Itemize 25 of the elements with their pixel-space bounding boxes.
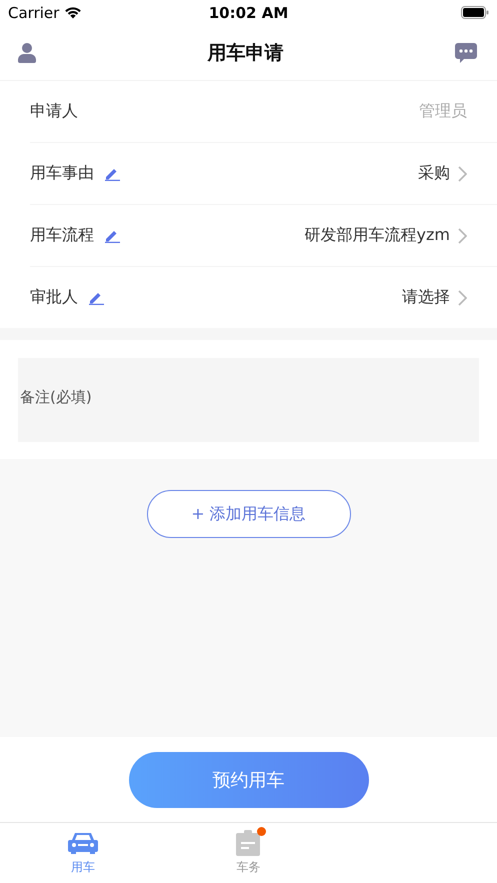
field-label: 申请人 <box>30 101 78 122</box>
submit-button[interactable]: 预约用车 <box>128 752 368 808</box>
field-label: 用车流程 <box>30 225 94 246</box>
clipboard-icon <box>236 830 260 856</box>
picker-field[interactable]: 研发部用车流程yzm <box>304 225 467 246</box>
chevron-icon <box>458 166 467 182</box>
chevron-icon <box>458 290 467 306</box>
remark-field[interactable]: 备注(必填) <box>18 358 479 442</box>
tab-item[interactable]: 用车 <box>0 823 166 883</box>
carrier-name: Carrier <box>8 4 60 22</box>
picker-field[interactable]: 请选择 <box>402 287 467 308</box>
wifi-icon <box>64 6 82 19</box>
picker-field[interactable]: 采购 <box>418 163 467 184</box>
chevron-icon <box>458 228 467 244</box>
field-value: 管理员 <box>419 101 467 122</box>
status-time: 10:02 AM <box>208 4 288 22</box>
add-info-button[interactable]: + 添加用车信息 <box>146 490 350 538</box>
battery-icon <box>461 6 489 19</box>
chat-icon[interactable] <box>455 42 477 62</box>
page-title: 用车申请 <box>208 40 284 66</box>
car-icon <box>68 831 98 855</box>
field-label: 用车事由 <box>30 163 94 184</box>
user-icon[interactable] <box>18 42 36 62</box>
tab-item[interactable]: 车务 <box>166 823 332 883</box>
field-label: 审批人 <box>30 287 78 308</box>
